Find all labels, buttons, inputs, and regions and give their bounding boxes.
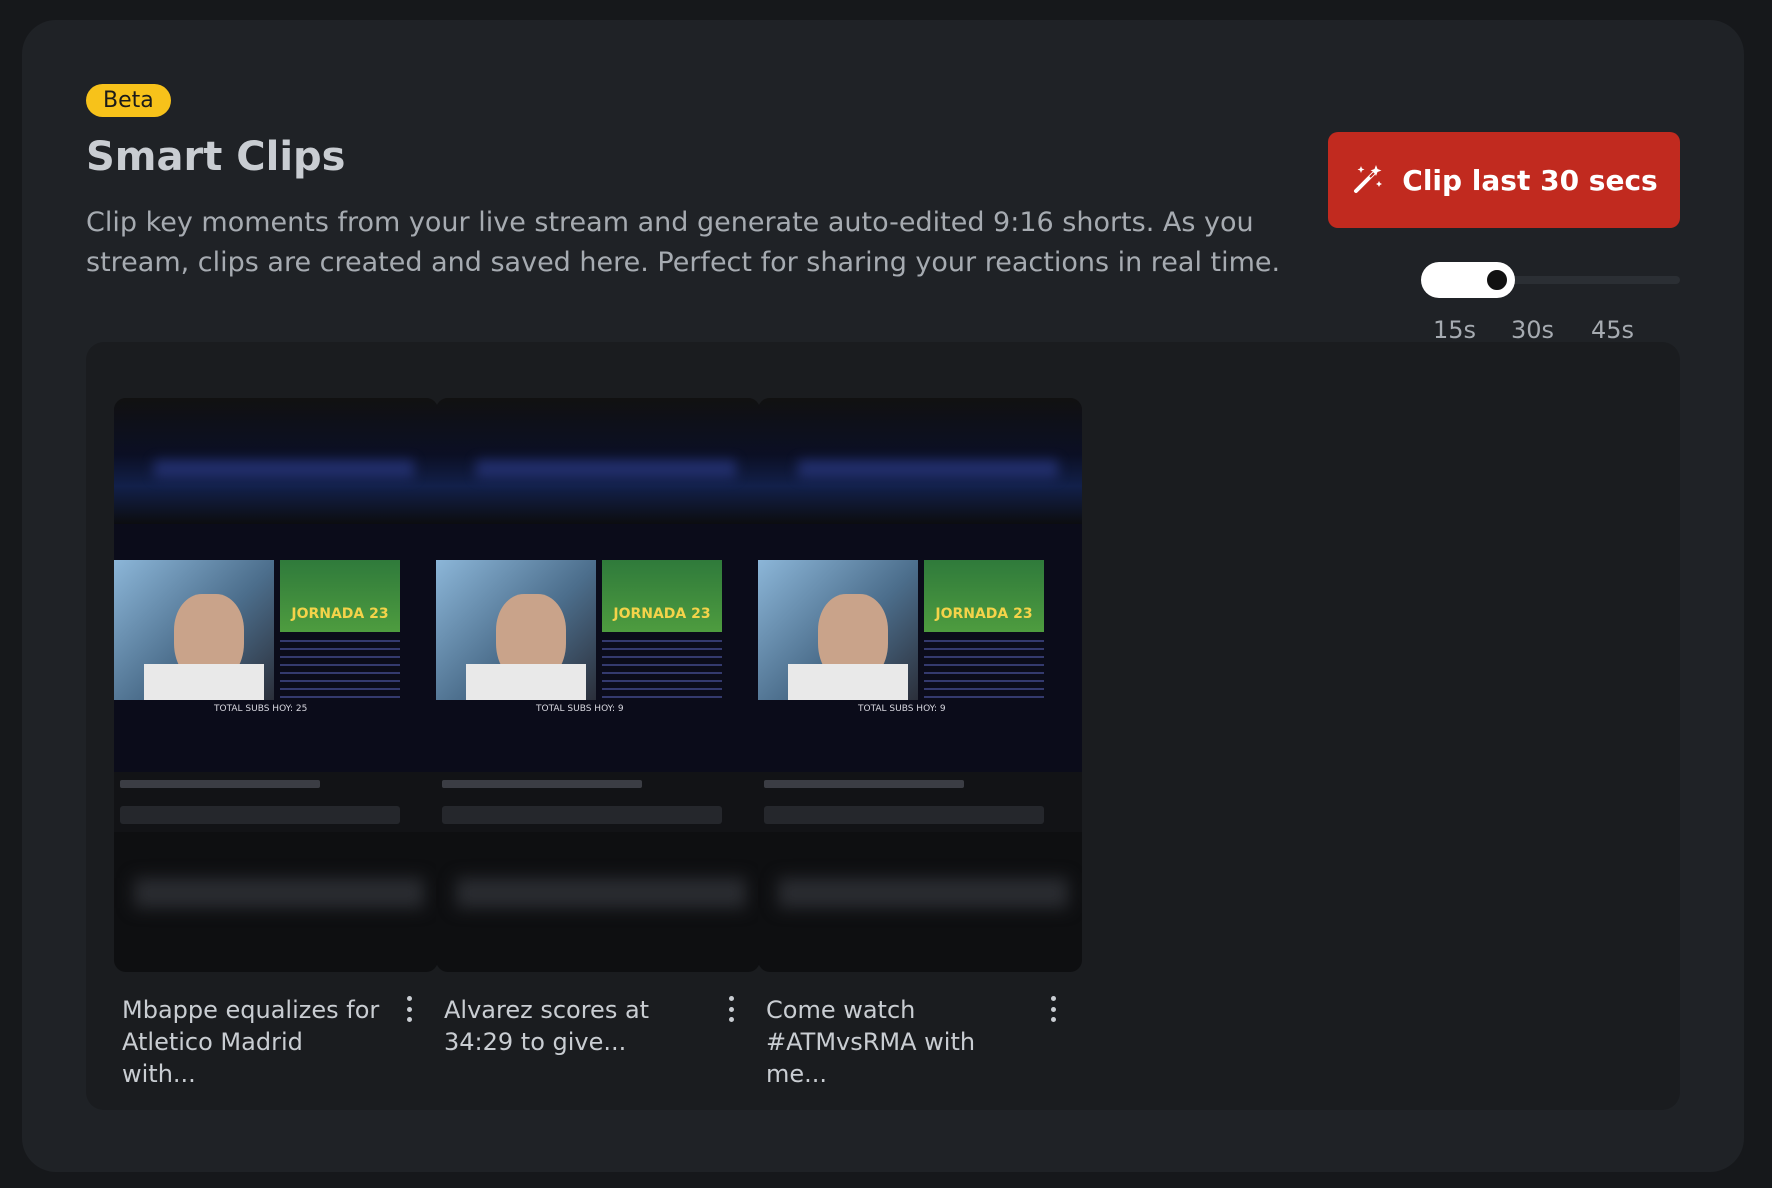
clip-last-button-label: Clip last 30 secs (1402, 163, 1658, 197)
thumbnail-subs: TOTAL SUBS HOY: 9 (536, 704, 624, 714)
duration-slider[interactable] (1421, 262, 1680, 298)
slider-label-15s[interactable]: 15s (1433, 316, 1476, 344)
beta-badge: Beta (86, 84, 171, 117)
clip-thumbnail[interactable]: JORNADA 23 TOTAL SUBS HOY: 9 (436, 398, 760, 972)
page-title: Smart Clips (86, 134, 346, 180)
clips-grid: JORNADA 23 TOTAL SUBS HOY: 25 Mbappe equ… (86, 342, 1680, 1110)
clip-title[interactable]: Mbappe equalizes for Atletico Madrid wit… (122, 994, 382, 1090)
thumbnail-banner: JORNADA 23 (935, 606, 1033, 622)
smart-clips-panel: Beta Smart Clips Clip key moments from y… (22, 20, 1744, 1172)
clip-card[interactable]: JORNADA 23 TOTAL SUBS HOY: 9 Alvarez sco… (436, 398, 760, 1056)
clip-thumbnail[interactable]: JORNADA 23 TOTAL SUBS HOY: 25 (114, 398, 438, 972)
page-description: Clip key moments from your live stream a… (86, 207, 1281, 278)
thumbnail-subs: TOTAL SUBS HOY: 9 (858, 704, 946, 714)
clip-last-button[interactable]: Clip last 30 secs (1328, 132, 1680, 228)
thumbnail-subs: TOTAL SUBS HOY: 25 (214, 704, 308, 714)
clip-title[interactable]: Alvarez scores at 34:29 to give... (444, 994, 704, 1058)
thumbnail-banner: JORNADA 23 (291, 606, 389, 622)
slider-label-30s[interactable]: 30s (1511, 316, 1554, 344)
more-options-icon[interactable] (1048, 996, 1058, 1022)
clip-title[interactable]: Come watch #ATMvsRMA with me... (766, 994, 1026, 1090)
more-options-icon[interactable] (726, 996, 736, 1022)
clip-card[interactable]: JORNADA 23 TOTAL SUBS HOY: 25 Mbappe equ… (114, 398, 438, 1088)
thumbnail-banner: JORNADA 23 (613, 606, 711, 622)
clip-thumbnail[interactable]: JORNADA 23 TOTAL SUBS HOY: 9 (758, 398, 1082, 972)
slider-label-45s[interactable]: 45s (1591, 316, 1634, 344)
magic-wand-icon (1350, 163, 1384, 197)
more-options-icon[interactable] (404, 996, 414, 1022)
clip-card[interactable]: JORNADA 23 TOTAL SUBS HOY: 9 Come watch … (758, 398, 1082, 1088)
slider-thumb[interactable] (1483, 266, 1511, 294)
